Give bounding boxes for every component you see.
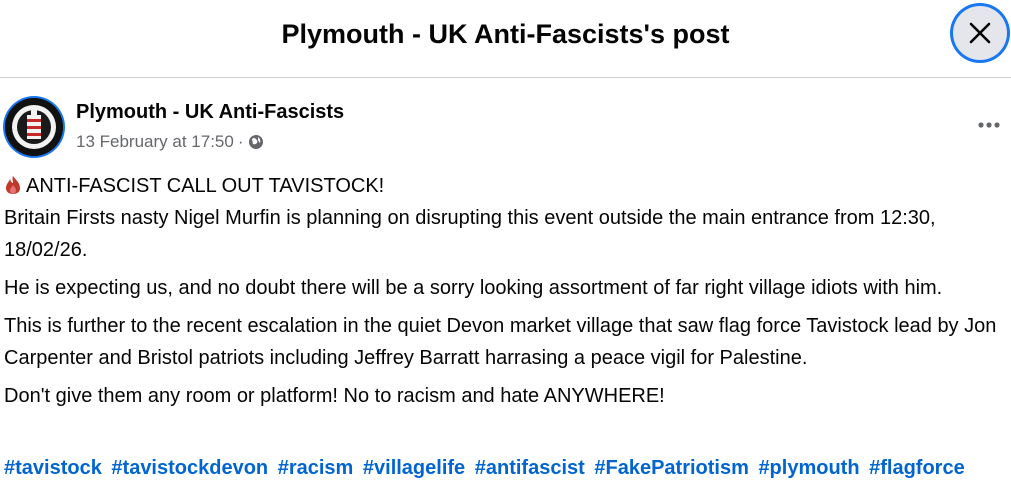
dialog-title: Plymouth - UK Anti-Fascists's post (281, 19, 730, 49)
fire-icon (6, 176, 20, 194)
post-meta: 13 February at 17:50 · (76, 131, 264, 153)
dialog-header: Plymouth - UK Anti-Fascists's post (0, 0, 1011, 78)
globe-icon[interactable] (248, 134, 264, 150)
post-paragraph-4: Don't give them any room or platform! No… (4, 385, 665, 407)
post-headline-line: ANTI-FASCIST CALL OUT TAVISTOCK! (4, 170, 1011, 202)
hashtag-link[interactable]: #racism (278, 457, 354, 479)
hashtag-link[interactable]: #FakePatriotism (594, 457, 749, 479)
hashtag-link[interactable]: #plymouth (758, 457, 859, 479)
avatar[interactable] (5, 98, 63, 156)
close-button[interactable] (953, 6, 1007, 60)
post-timestamp[interactable]: 13 February at 17:50 (76, 131, 234, 153)
post-paragraph-2: He is expecting us, and no doubt there w… (4, 277, 943, 299)
hashtags-row: #tavistock #tavistockdevon #racism #vill… (4, 455, 969, 481)
avatar-logo-image (5, 98, 63, 156)
post-paragraph-3: This is further to the recent escalation… (4, 315, 997, 369)
hashtag-link[interactable]: #villagelife (363, 457, 465, 479)
post-headline: ANTI-FASCIST CALL OUT TAVISTOCK! (26, 175, 385, 197)
post-header: Plymouth - UK Anti-Fascists 13 February … (0, 94, 1011, 160)
more-options-button[interactable] (972, 108, 1006, 142)
post-paragraph-1: Britain Firsts nasty Nigel Murfin is pla… (4, 207, 936, 261)
hashtag-link[interactable]: #flagforce (869, 457, 965, 479)
close-icon (969, 22, 991, 44)
hashtag-link[interactable]: #antifascist (475, 457, 585, 479)
hashtag-link[interactable]: #tavistockdevon (111, 457, 268, 479)
more-options-icon (978, 122, 1000, 128)
hashtag-link[interactable]: #tavistock (4, 457, 102, 479)
author-name[interactable]: Plymouth - UK Anti-Fascists (76, 100, 344, 124)
post-body: ANTI-FASCIST CALL OUT TAVISTOCK! Britain… (4, 170, 1011, 412)
meta-separator: · (237, 132, 244, 151)
